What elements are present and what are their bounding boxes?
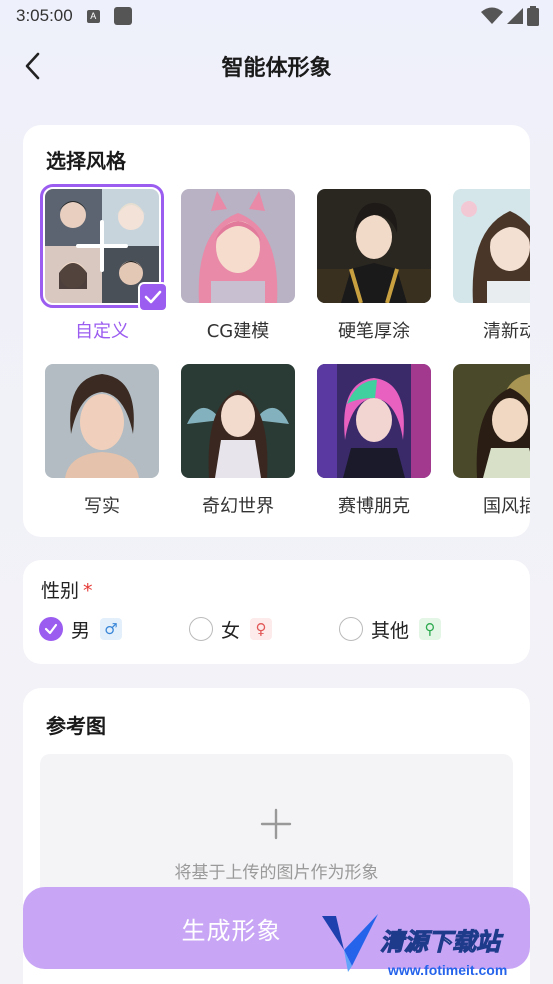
status-bar: 3:05:00 A [0, 0, 553, 32]
style-label: 国风插 [483, 496, 530, 517]
style-label: 硬笔厚涂 [338, 321, 410, 342]
style-thumb-fantasy [181, 364, 295, 478]
other-gender-symbol-icon: ⚲ [419, 618, 442, 640]
style-card: 选择风格 自定义 CG建模 硬笔厚涂 清新动 写实 奇幻世界 赛博朋克 国风插 [23, 125, 530, 537]
style-label: 写实 [84, 496, 120, 517]
gender-card: 性别 * 男 ♂ 女 ♀ 其他 ⚲ [23, 560, 530, 664]
style-label: 自定义 [75, 321, 129, 342]
top-nav: 智能体形象 [0, 40, 553, 92]
selected-check-icon [138, 282, 168, 312]
gender-option-male[interactable]: 男 ♂ [39, 614, 123, 644]
status-time: 3:05:00 [16, 6, 73, 25]
radio-unchecked-icon [189, 617, 213, 641]
generate-button-label: 生成形象 [181, 916, 282, 945]
female-symbol-icon: ♀ [250, 618, 273, 640]
gender-radio-group: 男 ♂ 女 ♀ 其他 ⚲ [39, 614, 519, 644]
keyboard-notification-icon: A [86, 9, 100, 23]
style-label: 奇幻世界 [202, 496, 274, 517]
page-title: 智能体形象 [221, 56, 332, 81]
style-thumb-cyberpunk [317, 364, 431, 478]
reference-section-title: 参考图 [46, 714, 106, 738]
style-grid: 自定义 CG建模 硬笔厚涂 清新动 写实 奇幻世界 赛博朋克 国风插 [40, 184, 530, 529]
style-thumb-thick-paint [317, 189, 431, 303]
style-label: 清新动 [483, 321, 530, 342]
gender-option-label: 男 [71, 619, 91, 642]
style-thumb-cg [181, 189, 295, 303]
gender-option-other[interactable]: 其他 ⚲ [339, 614, 442, 644]
style-thumb-fresh-anime [453, 189, 530, 303]
add-icon [260, 808, 292, 840]
upload-hint: 将基于上传的图片作为形象 [174, 863, 379, 883]
signal-icon [507, 8, 523, 24]
style-thumb-realistic [45, 364, 159, 478]
radio-checked-icon [39, 617, 63, 641]
generate-avatar-button[interactable]: 生成形象 [23, 887, 530, 969]
gender-option-label: 其他 [371, 619, 410, 642]
radio-unchecked-icon [339, 617, 363, 641]
style-section-title: 选择风格 [46, 149, 126, 173]
gender-label: 性别 * [41, 576, 93, 603]
gender-option-label: 女 [221, 619, 241, 642]
gender-option-female[interactable]: 女 ♀ [189, 614, 273, 644]
required-mark: * [83, 580, 93, 602]
style-thumb-guofeng [453, 364, 530, 478]
gender-label-text: 性别 [41, 580, 80, 602]
wifi-icon [481, 7, 503, 24]
app-notification-icon [113, 7, 132, 25]
style-label: 赛博朋克 [338, 496, 410, 517]
battery-icon [527, 6, 539, 26]
status-indicators [481, 6, 539, 26]
male-symbol-icon: ♂ [100, 618, 123, 640]
style-label: CG建模 [206, 321, 270, 342]
